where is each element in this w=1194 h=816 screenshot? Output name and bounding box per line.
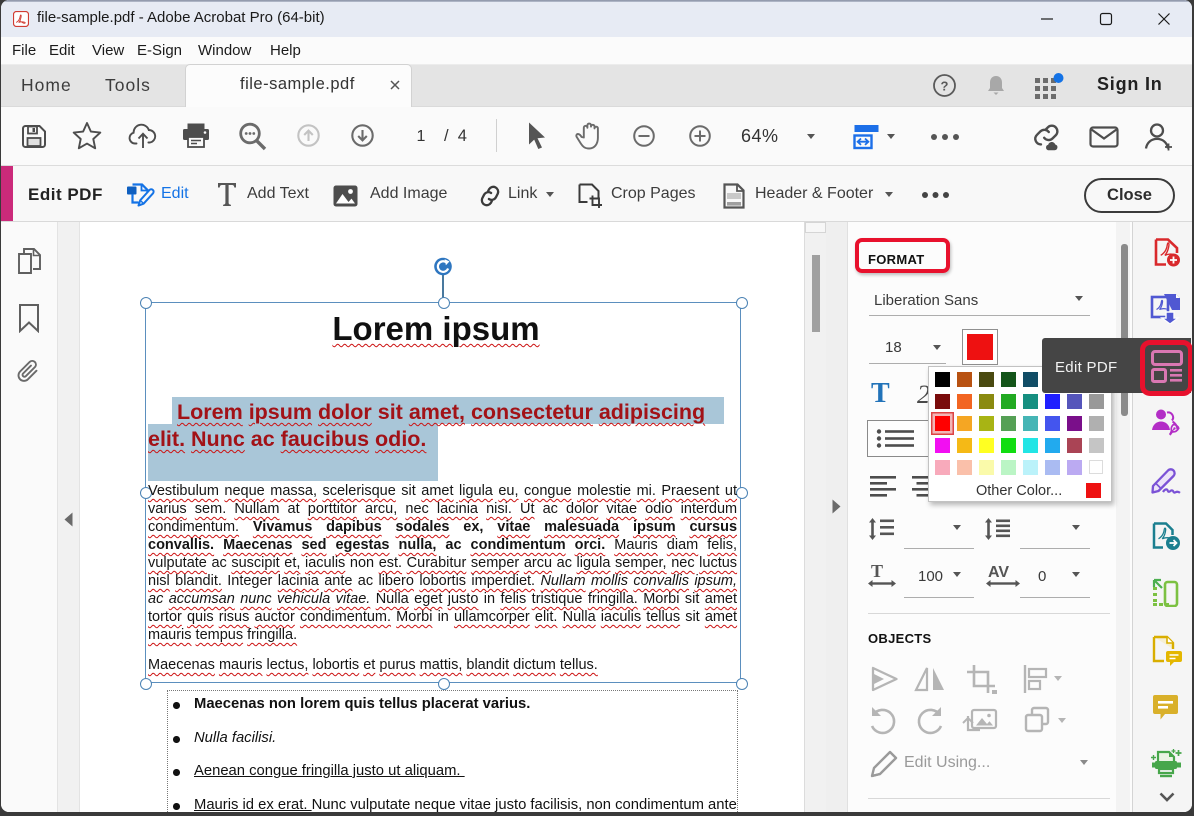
svg-text:?: ? xyxy=(941,79,949,94)
svg-text:T: T xyxy=(871,562,883,581)
svg-text:AV: AV xyxy=(988,564,1009,581)
